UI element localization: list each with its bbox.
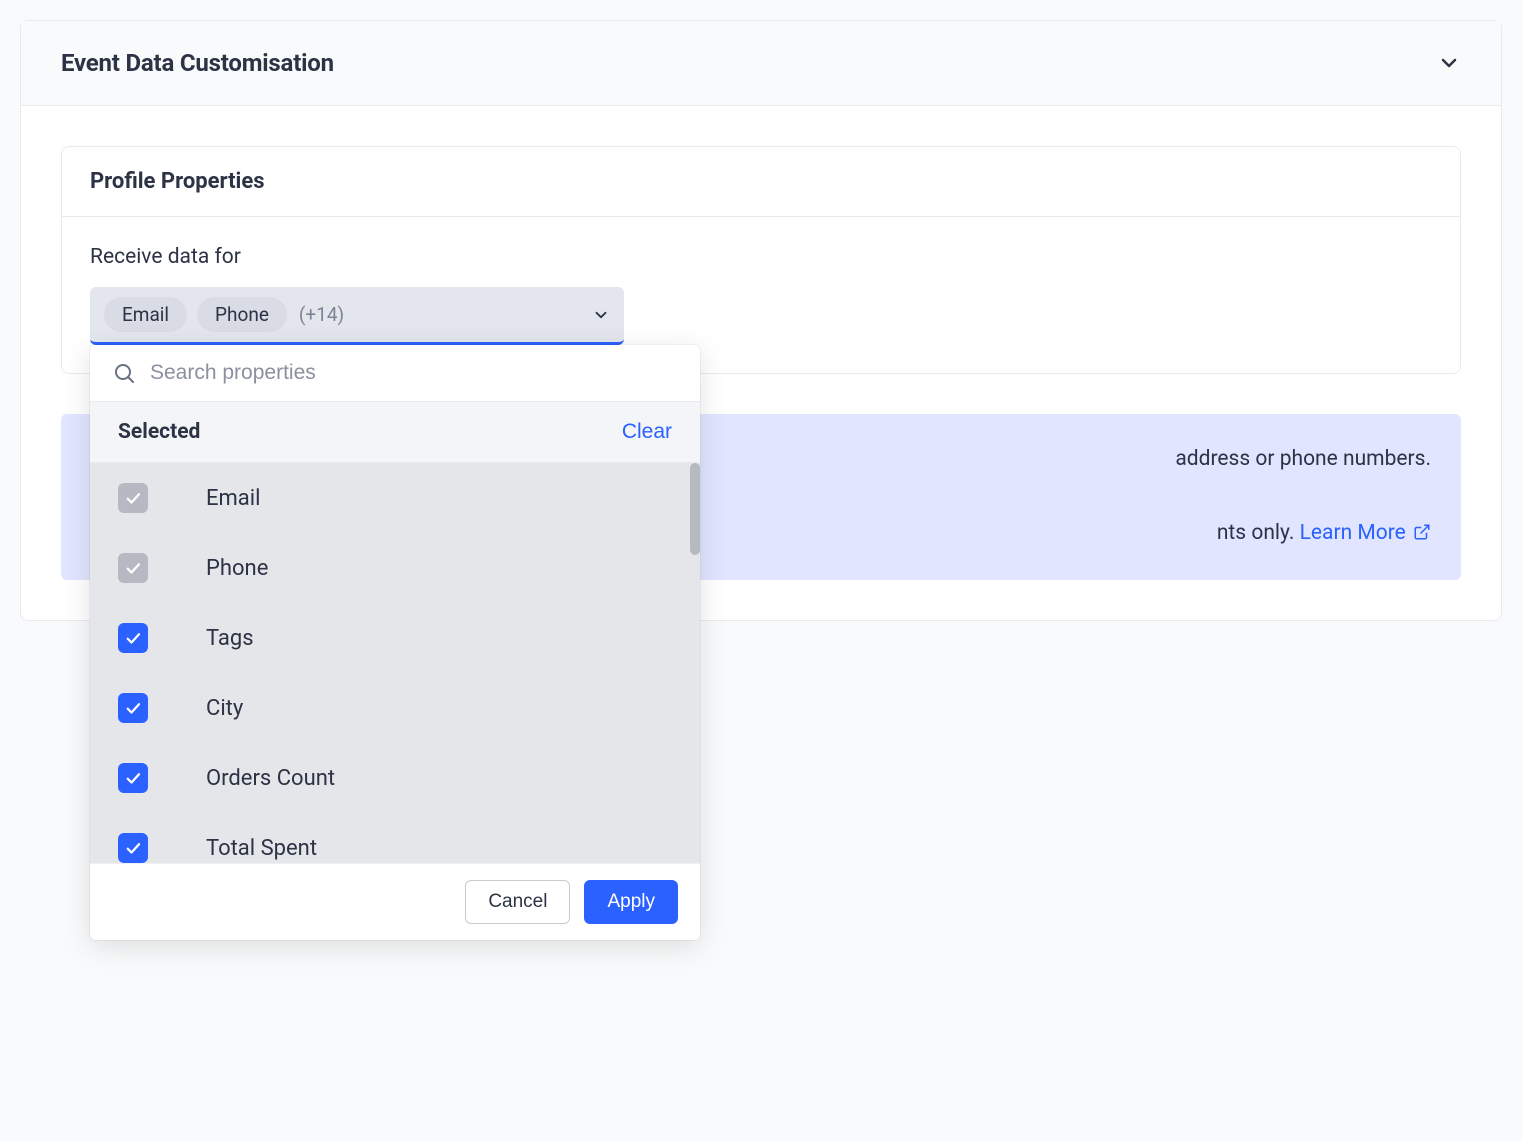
sub-panel-header: Profile Properties bbox=[62, 147, 1460, 217]
panel-title: Event Data Customisation bbox=[61, 49, 334, 77]
panel-body: Profile Properties Receive data for Emai… bbox=[21, 106, 1501, 620]
option-city[interactable]: City bbox=[90, 673, 700, 743]
sub-panel-title: Profile Properties bbox=[90, 169, 1432, 194]
option-tags[interactable]: Tags bbox=[90, 603, 700, 673]
selected-header: Selected Clear bbox=[90, 401, 700, 463]
sub-panel-body: Receive data for Email Phone (+14) Sele bbox=[62, 217, 1460, 373]
clear-button[interactable]: Clear bbox=[622, 420, 672, 444]
option-email[interactable]: Email bbox=[90, 463, 700, 533]
option-orders-count[interactable]: Orders Count bbox=[90, 743, 700, 813]
external-link-icon bbox=[1413, 523, 1431, 541]
option-label: Phone bbox=[206, 556, 268, 581]
chevron-down-icon bbox=[592, 306, 610, 324]
search-row bbox=[90, 345, 700, 401]
chip-email[interactable]: Email bbox=[104, 297, 187, 332]
selected-label: Selected bbox=[118, 420, 200, 444]
properties-dropdown: Selected Clear Email Phone bbox=[90, 345, 700, 940]
more-count: (+14) bbox=[299, 303, 344, 326]
checkbox-checked-icon[interactable] bbox=[118, 763, 148, 793]
search-icon bbox=[112, 361, 136, 385]
checkbox-checked-icon[interactable] bbox=[118, 693, 148, 723]
option-phone[interactable]: Phone bbox=[90, 533, 700, 603]
checkbox-locked-icon bbox=[118, 483, 148, 513]
popover-footer: Cancel Apply bbox=[90, 863, 700, 940]
option-label: Tags bbox=[206, 626, 254, 651]
multiselect-input[interactable]: Email Phone (+14) bbox=[90, 287, 624, 345]
options-list[interactable]: Email Phone Tags bbox=[90, 463, 700, 863]
option-label: Email bbox=[206, 486, 260, 511]
option-total-spent[interactable]: Total Spent bbox=[90, 813, 700, 863]
chip-phone[interactable]: Phone bbox=[197, 297, 287, 332]
chevron-down-icon bbox=[1437, 51, 1461, 75]
banner-line2: nts only. bbox=[1217, 521, 1300, 545]
checkbox-checked-icon[interactable] bbox=[118, 623, 148, 653]
scrollbar-thumb[interactable] bbox=[690, 463, 700, 555]
banner-line1: address or phone numbers. bbox=[1175, 447, 1431, 471]
option-label: City bbox=[206, 696, 243, 721]
apply-button[interactable]: Apply bbox=[584, 880, 678, 924]
checkbox-locked-icon bbox=[118, 553, 148, 583]
field-label: Receive data for bbox=[90, 245, 1432, 269]
search-input[interactable] bbox=[150, 361, 678, 385]
option-label: Total Spent bbox=[206, 836, 317, 861]
checkbox-checked-icon[interactable] bbox=[118, 833, 148, 863]
event-data-panel: Event Data Customisation Profile Propert… bbox=[20, 20, 1502, 621]
cancel-button[interactable]: Cancel bbox=[465, 880, 570, 924]
learn-more-link[interactable]: Learn More bbox=[1300, 521, 1431, 545]
panel-header[interactable]: Event Data Customisation bbox=[21, 21, 1501, 106]
option-label: Orders Count bbox=[206, 766, 335, 791]
profile-properties-panel: Profile Properties Receive data for Emai… bbox=[61, 146, 1461, 374]
